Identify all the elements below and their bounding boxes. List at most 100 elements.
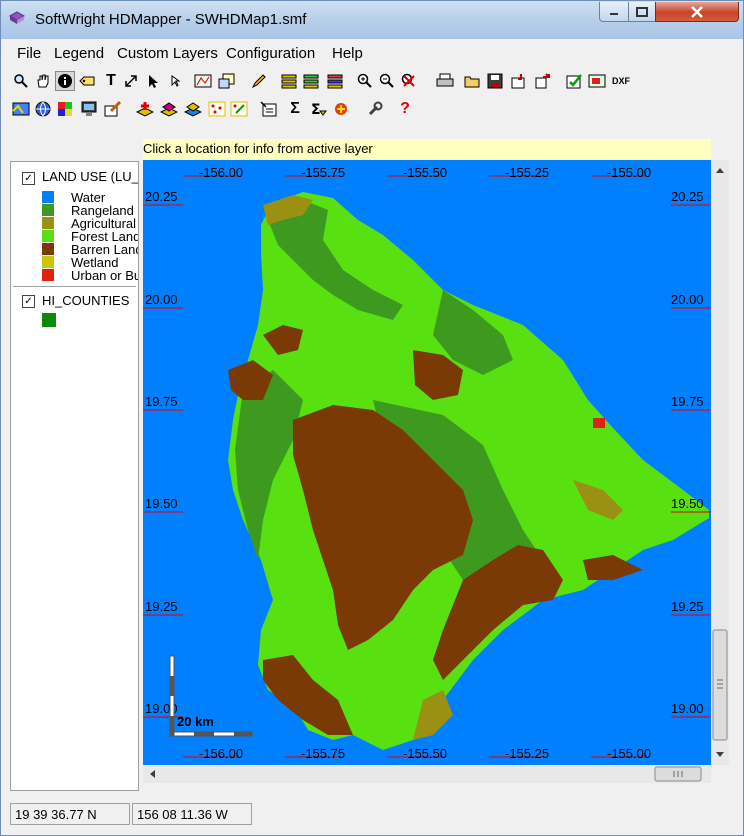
label-icon [79, 76, 95, 86]
import-button[interactable] [509, 71, 529, 91]
properties-button[interactable] [259, 99, 279, 119]
print-button[interactable] [435, 71, 455, 91]
check-button[interactable] [565, 71, 585, 91]
close-icon [691, 5, 703, 18]
info-tool-button[interactable] [55, 71, 75, 91]
legend-label-urban: Urban or Bu [71, 268, 139, 283]
open-button[interactable] [463, 71, 483, 91]
zoom-cancel-button[interactable] [399, 71, 419, 91]
layer-title-land-use[interactable]: LAND USE (LU_ [42, 169, 138, 184]
help-button[interactable]: ? [395, 99, 415, 119]
add-layer-button[interactable] [135, 99, 155, 119]
menu-legend[interactable]: Legend [54, 45, 104, 62]
close-button[interactable] [655, 2, 739, 22]
layers-edit-button[interactable] [325, 71, 345, 91]
lat-label-right: 19.75 [671, 394, 704, 409]
lat-label-left: 19.25 [145, 599, 178, 614]
points-icon [208, 101, 226, 117]
menu-configuration[interactable]: Configuration [226, 45, 315, 62]
maximize-button[interactable] [628, 2, 656, 22]
app-icon [9, 11, 25, 24]
add-layer-icon [136, 102, 154, 117]
window-tool-button[interactable] [217, 71, 237, 91]
zoom-in-button[interactable] [355, 71, 375, 91]
lat-label-right: 19.50 [671, 496, 704, 511]
lon-label-bottom: -155.00 [607, 746, 651, 761]
layer-checkbox-counties[interactable]: ✓ [22, 295, 35, 308]
lat-label-right: 19.00 [671, 701, 704, 716]
layers-add-icon [281, 74, 297, 89]
layer-up-button[interactable] [159, 99, 179, 119]
minimize-button[interactable] [599, 2, 629, 22]
maximize-icon [636, 6, 648, 17]
zoom-cancel-icon [401, 73, 415, 87]
wrench-button[interactable] [365, 99, 385, 119]
globe-button[interactable] [33, 99, 53, 119]
legend-swatch-barren [42, 243, 54, 255]
pan-tool-button[interactable] [33, 71, 53, 91]
menu-file[interactable]: File [17, 45, 41, 62]
select-tool-button[interactable] [165, 71, 185, 91]
resize-tool-button[interactable] [121, 71, 141, 91]
window-title: SoftWright HDMapper - SWHDMap1.smf [35, 11, 307, 28]
pencil-tool-button[interactable] [249, 71, 269, 91]
info-bar: Click a location for info from active la… [143, 139, 711, 159]
horizontal-scrollbar[interactable] [143, 765, 711, 783]
save-button[interactable] [485, 71, 505, 91]
layers-add-button[interactable] [279, 71, 299, 91]
lon-label-bottom: -155.25 [505, 746, 549, 761]
brush-button[interactable] [103, 99, 123, 119]
export-button[interactable] [533, 71, 553, 91]
sum-edit-button[interactable]: Σ [309, 99, 329, 119]
properties-icon [260, 101, 277, 117]
map-view[interactable]: -156.00 -155.75 -155.50 -155.25 -155.00 … [143, 160, 711, 765]
label-tool-button[interactable] [77, 71, 97, 91]
legend-swatch-water [42, 191, 54, 203]
color-button[interactable] [11, 99, 31, 119]
lon-label-top: -156.00 [199, 165, 243, 180]
grid-button[interactable] [55, 99, 75, 119]
legend-swatch-wetland [42, 256, 54, 268]
layer-title-counties[interactable]: HI_COUNTIES [42, 293, 129, 308]
polygon-tool-button[interactable] [193, 71, 213, 91]
pointer-tool-button[interactable] [143, 71, 163, 91]
resize-icon [125, 75, 137, 87]
lon-label-top: -155.25 [505, 165, 549, 180]
lat-label-right: 19.25 [671, 599, 704, 614]
layers-edit-icon [327, 74, 343, 89]
convert-button[interactable] [587, 71, 607, 91]
menu-custom-layers[interactable]: Custom Layers [117, 45, 218, 62]
lat-label-left: 20.00 [145, 292, 178, 307]
legend-swatch-rangeland [42, 204, 54, 216]
lat-label-left: 19.50 [145, 496, 178, 511]
scroll-up-icon[interactable] [716, 168, 724, 173]
zoom-icon [14, 74, 28, 88]
scroll-left-icon[interactable] [150, 770, 155, 778]
map-canvas[interactable]: -156.00 -155.75 -155.50 -155.25 -155.00 … [143, 160, 711, 765]
sum-icon: Σ [290, 100, 300, 117]
points-button[interactable] [207, 99, 227, 119]
status-longitude: 156 08 11.36 W [132, 803, 252, 825]
vertical-scrollbar[interactable] [711, 160, 729, 765]
special-button[interactable] [331, 99, 351, 119]
sum-button[interactable]: Σ [285, 99, 305, 119]
points-edit-button[interactable] [229, 99, 249, 119]
layer-checkbox-land-use[interactable]: ✓ [22, 172, 35, 185]
legend-swatch-agricultural [42, 217, 54, 229]
scroll-down-icon[interactable] [716, 752, 724, 757]
zoom-out-button[interactable] [377, 71, 397, 91]
zoom-tool-button[interactable] [11, 71, 31, 91]
menu-help[interactable]: Help [332, 45, 363, 62]
brush-icon [104, 101, 122, 117]
vscroll-thumb[interactable] [712, 629, 728, 741]
layers-remove-button[interactable] [301, 71, 321, 91]
scale-label: 20 km [177, 714, 214, 729]
dxf-button[interactable]: DXF [609, 71, 633, 91]
help-icon: ? [400, 100, 410, 117]
select-icon [171, 75, 181, 87]
text-tool-button[interactable]: T [101, 71, 121, 91]
layer-down-button[interactable] [183, 99, 203, 119]
monitor-button[interactable] [79, 99, 99, 119]
import-icon [511, 74, 525, 89]
zoom-in-icon [357, 73, 372, 88]
